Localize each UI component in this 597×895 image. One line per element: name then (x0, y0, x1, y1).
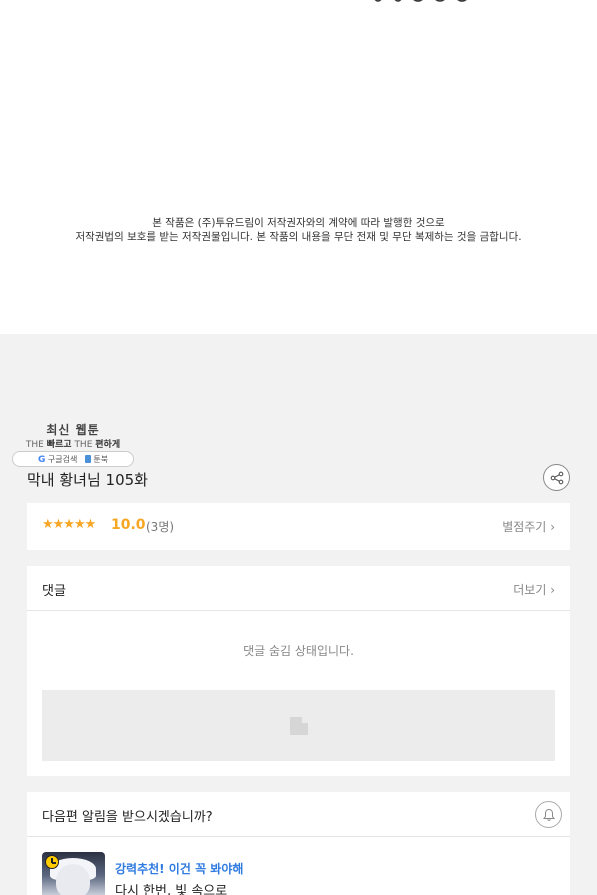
recommendation-label: 강력추천! 이건 꼭 봐야해 (115, 862, 244, 876)
recommendation-thumbnail[interactable] (42, 852, 105, 895)
recommendation-title[interactable]: 다시 한번, 빛 속으로 (115, 880, 227, 895)
rating-card: ★★★★★ 10.0 (3명) 별점주기 › (27, 503, 570, 550)
copyright-notice: 본 작품은 (주)투유드림이 저작권자와의 계약에 따라 발행한 것으로 저작권… (0, 216, 597, 244)
ad-placeholder[interactable] (42, 690, 555, 761)
comment-header: 댓글 더보기 › (27, 566, 570, 611)
cropped-artwork (374, 0, 467, 2)
watermark-logo: 최신 웹툰 THE 빠르고 THE 편하게 G 구글검색 툰북 (12, 421, 134, 467)
notify-card: 다음편 알림을 받으시겠습니까? 강력추천! 이건 꼭 봐야해 다시 한번, 빛… (27, 792, 570, 895)
copyright-line-2: 저작권법의 보호를 받는 저작권물입니다. 본 작품의 내용을 무단 전재 및 … (75, 231, 522, 243)
notify-question: 다음편 알림을 받으시겠습니까? (42, 810, 213, 825)
chevron-right-icon: › (550, 520, 555, 534)
book-icon (85, 455, 92, 463)
share-icon (550, 471, 563, 484)
watermark-title: 최신 웹툰 (46, 423, 100, 437)
notify-bell-button[interactable] (535, 801, 562, 828)
comments-more-button[interactable]: 더보기 › (513, 581, 555, 598)
share-button[interactable] (543, 464, 570, 491)
comments-hidden-message: 댓글 숨김 상태입니다. (243, 644, 354, 658)
rating-stars: ★★★★★ (42, 517, 96, 532)
rating-score: 10.0 (111, 517, 146, 533)
rate-button[interactable]: 별점주기 › (502, 518, 555, 535)
chevron-right-icon: › (550, 583, 555, 597)
image-placeholder-icon (290, 717, 308, 735)
viewer-content-area: 본 작품은 (주)투유드림이 저작권자와의 계약에 따라 발행한 것으로 저작권… (0, 0, 597, 334)
episode-title: 막내 황녀님 105화 (27, 471, 148, 489)
watermark-slogan: THE 빠르고 THE 편하게 (25, 440, 121, 450)
copyright-line-1: 본 작품은 (주)투유드림이 저작권자와의 계약에 따라 발행한 것으로 (152, 217, 445, 229)
comment-label: 댓글 (42, 584, 66, 599)
bell-icon (542, 808, 555, 821)
comment-card: 댓글 더보기 › 댓글 숨김 상태입니다. (27, 566, 570, 776)
google-icon: G (37, 454, 46, 465)
rating-count: (3명) (146, 520, 175, 534)
watermark-search-pill: G 구글검색 툰북 (12, 451, 134, 467)
notify-header: 다음편 알림을 받으시겠습니까? (27, 792, 570, 837)
clock-icon (45, 855, 59, 869)
